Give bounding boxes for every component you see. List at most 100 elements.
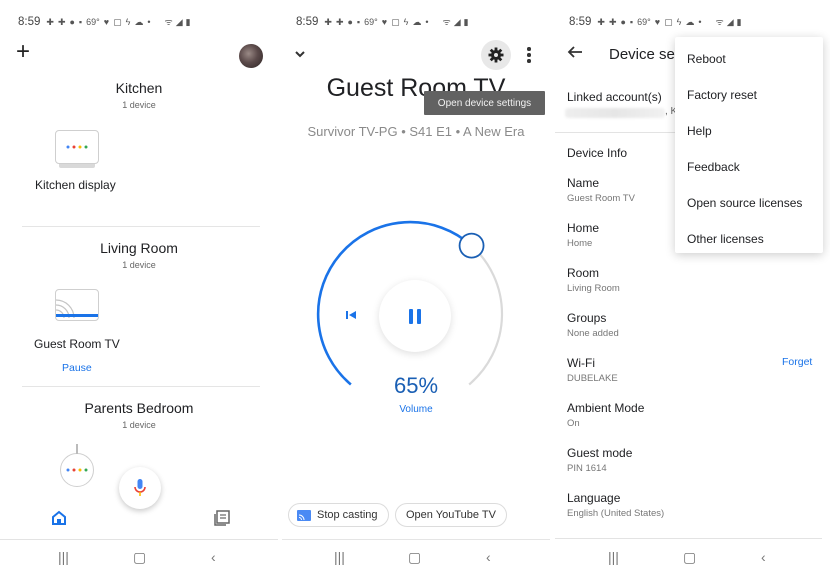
setting-key: Guest mode — [567, 446, 633, 460]
setting-name[interactable]: Name Guest Room TV — [567, 176, 635, 204]
signal-icon: ◢ — [175, 16, 183, 27]
weather-temp: 69° — [86, 16, 100, 27]
system-nav-bar: ||| ▢ ‹ — [555, 548, 830, 568]
setting-guest-mode[interactable]: Guest mode PIN 1614 — [567, 446, 632, 474]
recents-button[interactable]: ||| — [334, 548, 345, 566]
open-youtube-tv-button[interactable]: Open YouTube TV — [395, 503, 507, 527]
setting-value: Living Room — [567, 283, 620, 294]
slack-icon: ✚ — [335, 16, 344, 27]
more-options-button[interactable] — [525, 45, 533, 65]
dot-icon: • — [147, 16, 151, 27]
signal-icon: ◢ — [726, 16, 734, 27]
feed-icon — [214, 510, 230, 526]
speaker-device-icon[interactable] — [60, 444, 94, 487]
setting-language[interactable]: Language English (United States) — [567, 491, 664, 519]
media-control-screen: 8:59 ✚ ✚ ● ▪ 69° ♥ ▢ ϟ ☁ • ᯤ ◢ ▮ Guest R… — [282, 0, 550, 580]
forget-wifi-button[interactable]: Forget — [782, 356, 812, 368]
battery-icon: ▮ — [736, 16, 742, 27]
setting-ambient-mode[interactable]: Ambient Mode On — [567, 401, 644, 429]
menu-item-factory-reset[interactable]: Factory reset — [675, 77, 823, 113]
setting-room[interactable]: Room Living Room — [567, 266, 620, 294]
home-system-button[interactable]: ▢ — [133, 548, 146, 566]
wifi-icon: ᯤ — [164, 16, 173, 27]
setting-value: DUBELAKE — [567, 373, 618, 384]
setting-home[interactable]: Home Home — [567, 221, 599, 249]
pause-link[interactable]: Pause — [62, 362, 92, 374]
wifi-icon: ᯤ — [442, 16, 451, 27]
home-tab[interactable] — [51, 510, 67, 531]
cloud-icon: ☁ — [412, 16, 422, 27]
notification-icon: ▪ — [356, 16, 361, 27]
messenger-icon: ● — [347, 16, 353, 27]
back-system-button[interactable]: ‹ — [486, 548, 491, 566]
collapse-button[interactable] — [294, 46, 306, 64]
back-system-button[interactable]: ‹ — [211, 548, 216, 566]
feed-tab[interactable] — [213, 509, 231, 532]
pause-icon — [409, 308, 413, 324]
add-button[interactable]: + — [16, 40, 30, 64]
back-system-button[interactable]: ‹ — [761, 548, 766, 566]
instagram-icon: ▢ — [113, 16, 122, 27]
setting-key: Language — [567, 491, 621, 505]
setting-key: Home — [567, 221, 600, 235]
instagram-icon: ▢ — [664, 16, 673, 27]
bolt-icon: ϟ — [403, 16, 409, 27]
recents-button[interactable]: ||| — [58, 548, 69, 566]
volume-percent: 65% — [393, 373, 439, 398]
menu-item-reboot[interactable]: Reboot — [675, 41, 823, 77]
slack-icon: ✚ — [57, 16, 66, 27]
volume-label: Volume — [399, 404, 433, 415]
menu-item-feedback[interactable]: Feedback — [675, 149, 823, 185]
stop-casting-button[interactable]: Stop casting — [288, 503, 389, 527]
wifi-icon: ᯤ — [715, 16, 724, 27]
page-title: Device set — [609, 46, 680, 63]
menu-item-other-licenses[interactable]: Other licenses — [675, 221, 823, 257]
menu-item-help[interactable]: Help — [675, 113, 823, 149]
recents-button[interactable]: ||| — [608, 548, 619, 566]
setting-key: Name — [567, 176, 600, 190]
divider — [22, 386, 260, 387]
status-bar: 8:59 ✚ ✚ ● ▪ 69° ♥ ▢ ϟ ☁ • ᯤ ◢ ▮ — [569, 12, 742, 32]
status-time: 8:59 — [18, 16, 41, 28]
setting-key: Wi-Fi — [567, 356, 595, 370]
display-device-icon[interactable] — [55, 130, 99, 168]
previous-button[interactable] — [345, 308, 357, 326]
setting-value: None added — [567, 328, 619, 339]
chip-label: Open YouTube TV — [406, 509, 496, 521]
skip-previous-icon — [346, 311, 356, 319]
arrow-left-icon — [567, 46, 582, 58]
setting-wifi[interactable]: Wi-Fi DUBELAKE — [567, 356, 618, 384]
room-count-kitchen: 1 device — [122, 100, 156, 110]
google-dots-icon — [66, 145, 88, 149]
device-guest-room-tv[interactable]: Guest Room TV — [34, 335, 120, 353]
twitter-icon: ♥ — [654, 16, 661, 27]
volume-knob[interactable] — [458, 232, 485, 259]
device-label: Guest Room TV — [34, 337, 120, 351]
home-system-button[interactable]: ▢ — [683, 548, 696, 566]
dot-icon: • — [425, 16, 429, 27]
linked-accounts-label[interactable]: Linked account(s) — [567, 90, 662, 104]
back-button[interactable] — [567, 45, 583, 64]
bolt-icon: ϟ — [125, 16, 131, 27]
gear-icon — [488, 47, 504, 63]
messenger-icon: ● — [620, 16, 626, 27]
twitter-icon: ♥ — [381, 16, 388, 27]
device-kitchen-display[interactable]: Kitchen display — [35, 176, 116, 194]
device-settings-button[interactable] — [481, 40, 511, 70]
slack-icon: ✚ — [597, 16, 605, 27]
slack-icon: ✚ — [46, 16, 54, 27]
setting-value: English (United States) — [567, 508, 665, 519]
pause-button[interactable] — [379, 280, 451, 352]
setting-key: Room — [567, 266, 600, 280]
messenger-icon: ● — [69, 16, 75, 27]
home-system-button[interactable]: ▢ — [408, 548, 421, 566]
voice-assistant-button[interactable] — [119, 467, 161, 509]
avatar[interactable] — [239, 44, 263, 68]
home-screen: 8:59 ✚ ✚ ● ▪ 69° ♥ ▢ ϟ ☁ • ᯤ ◢ ▮ + Kitch… — [0, 0, 278, 580]
setting-value: Home — [567, 238, 593, 249]
cast-tv-icon[interactable] — [55, 289, 99, 321]
cloud-icon: ☁ — [685, 16, 695, 27]
menu-item-open-source-licenses[interactable]: Open source licenses — [675, 185, 823, 221]
setting-groups[interactable]: Groups None added — [567, 311, 619, 339]
chip-label: Stop casting — [317, 509, 378, 521]
